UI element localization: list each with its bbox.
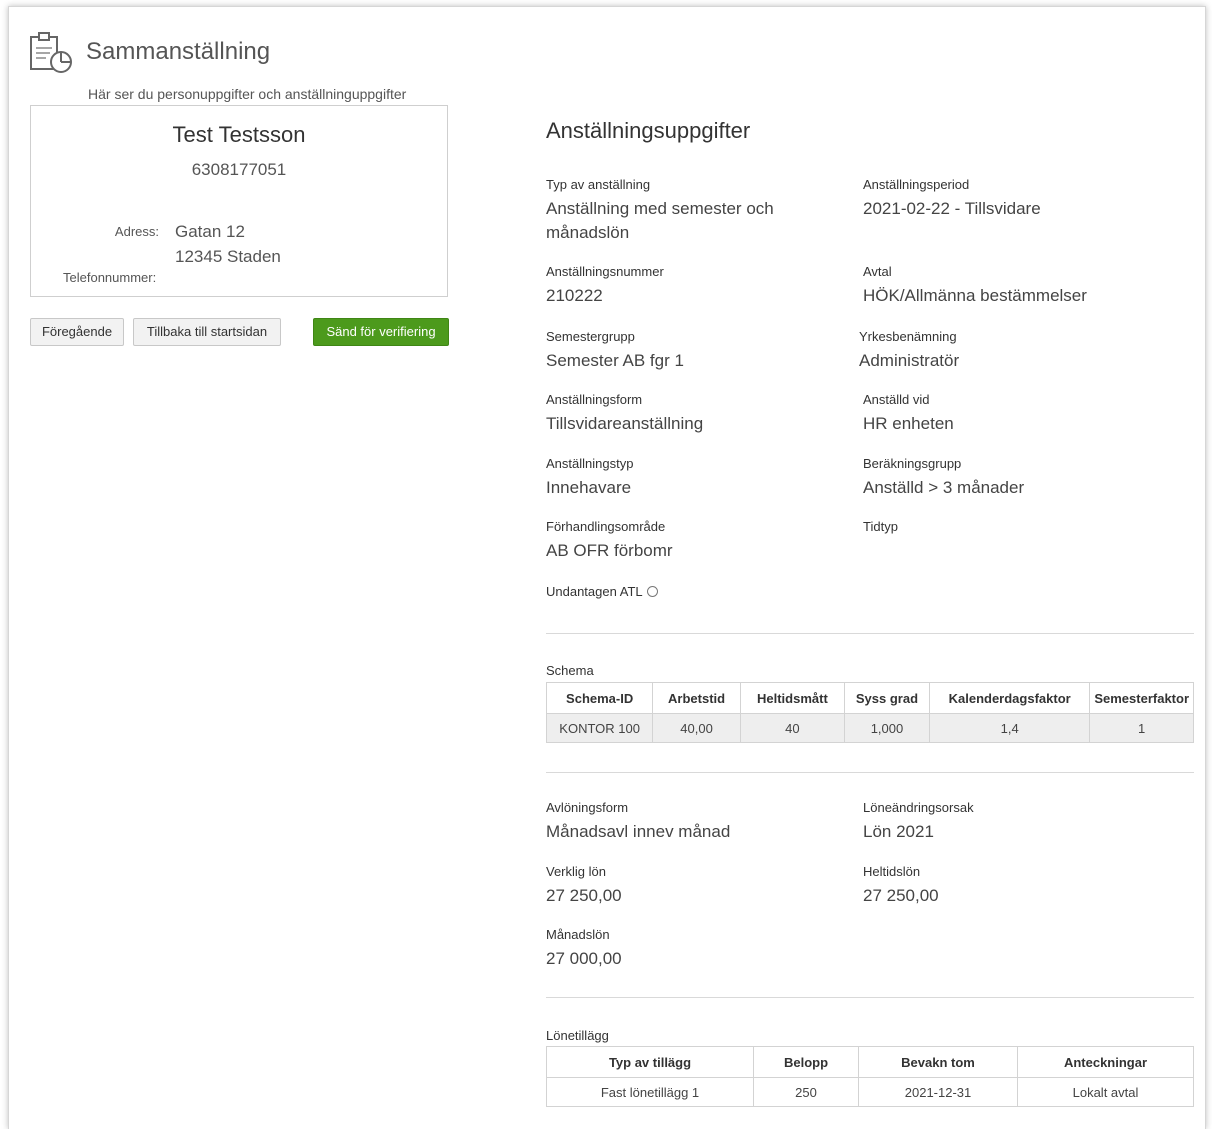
field-value: Anställning med semester och månadslön: [546, 199, 774, 242]
field-value: AB OFR förbomr: [546, 541, 673, 560]
field-value: Lön 2021: [863, 822, 934, 841]
field-yrkesbenamning: Yrkesbenämning Administratör: [859, 328, 1179, 373]
column-header: Heltidsmått: [739, 682, 845, 714]
field-anstallningsnummer: Anställningsnummer 210222: [546, 263, 826, 308]
field-label: Avlöningsform: [546, 800, 629, 815]
field-label: Anställningstyp: [546, 456, 634, 471]
field-label: Anställd vid: [863, 392, 930, 407]
field-value: 27 000,00: [546, 949, 622, 968]
person-name: Test Testsson: [172, 122, 306, 147]
field-avloningsform: Avlöningsform Månadsavl innev månad: [546, 799, 826, 844]
table-cell: Lokalt avtal: [1017, 1077, 1194, 1107]
field-label: Anställningsperiod: [863, 177, 970, 192]
page-subtitle: Här ser du personuppgifter och anställni…: [88, 86, 407, 102]
field-value: HÖK/Allmänna bestämmelser: [863, 286, 1087, 305]
field-value: Innehavare: [546, 478, 632, 497]
undantagen-atl-radio[interactable]: [646, 586, 658, 597]
person-card: Test Testsson 6308177051 Adress: Gatan 1…: [30, 105, 448, 297]
phone-label: Telefonnummer:: [63, 270, 157, 285]
table-cell: 1,000: [843, 713, 930, 743]
back-to-start-button[interactable]: Tillbaka till startsidan: [133, 318, 281, 346]
field-verklig-lon: Verklig lön 27 250,00: [546, 863, 826, 908]
field-label: Förhandlingsområde: [546, 519, 666, 534]
column-header: Arbetstid: [652, 682, 741, 714]
field-berakningsgrupp: Beräkningsgrupp Anställd > 3 månader: [863, 455, 1183, 500]
field-label: Avtal: [863, 264, 892, 279]
field-label: Beräkningsgrupp: [863, 456, 962, 471]
field-label: Heltidslön: [863, 864, 921, 879]
schema-caption: Schema: [546, 663, 594, 678]
page-title: Sammanställning: [86, 38, 271, 65]
column-header: Syss grad: [843, 682, 930, 714]
field-avtal: Avtal HÖK/Allmänna bestämmelser: [863, 263, 1183, 308]
table-cell: 1,4: [928, 713, 1091, 743]
column-header: Bevakn tom: [858, 1046, 1018, 1078]
column-header: Typ av tillägg: [546, 1046, 754, 1078]
field-anstallningstyp: Anställningstyp Innehavare: [546, 455, 826, 500]
divider: [546, 772, 1194, 773]
field-value: Tillsvidareanställning: [546, 414, 704, 433]
field-anstallningsperiod: Anställningsperiod 2021-02-22 - Tillsvid…: [863, 176, 1183, 221]
field-anstallningsform: Anställningsform Tillsvidareanställning: [546, 391, 826, 436]
field-label: Anställningsnummer: [546, 264, 664, 279]
lonetillagg-caption: Lönetillägg: [546, 1028, 609, 1043]
table-cell: 1: [1089, 713, 1194, 743]
column-header: Semesterfaktor: [1089, 682, 1194, 714]
field-value: 210222: [546, 286, 603, 305]
table-cell: 40: [739, 713, 845, 743]
field-label: Löneändringsorsak: [863, 800, 974, 815]
field-value: Semester AB fgr 1: [546, 351, 684, 370]
field-loneandringsorsak: Löneändringsorsak Lön 2021: [863, 799, 1183, 844]
personal-number: 6308177051: [191, 160, 287, 179]
column-header: Schema-ID: [545, 682, 654, 714]
undantagen-atl-label: Undantagen ATL: [546, 584, 643, 599]
column-header: Belopp: [753, 1046, 859, 1078]
field-semestergrupp: Semestergrupp Semester AB fgr 1: [546, 328, 826, 373]
address-label: Adress:: [114, 224, 159, 239]
field-tidtyp: Tidtyp: [863, 518, 1183, 539]
table-row: KONTOR 100 40,00 40 1,000 1,4 1: [545, 713, 1194, 743]
field-value: 2021-02-22 - Tillsvidare: [863, 199, 1041, 218]
field-manadslon: Månadslön 27 000,00: [546, 926, 826, 971]
undantagen-atl: Undantagen ATL: [546, 584, 658, 599]
field-label: Anställningsform: [546, 392, 643, 407]
field-forhandlingsomrade: Förhandlingsområde AB OFR förbomr: [546, 518, 826, 563]
divider: [546, 633, 1194, 634]
table-cell: 40,00: [652, 713, 741, 743]
employment-section-title: Anställningsuppgifter: [546, 118, 751, 143]
field-value: Månadsavl innev månad: [546, 822, 731, 841]
table-cell: 2021-12-31: [858, 1077, 1018, 1107]
table-cell: Fast lönetillägg 1: [546, 1077, 754, 1107]
table-cell: 250: [753, 1077, 859, 1107]
previous-button[interactable]: Föregående: [30, 318, 124, 346]
divider: [546, 997, 1194, 998]
field-value: 27 250,00: [546, 886, 622, 905]
field-label: Semestergrupp: [546, 329, 635, 344]
table-row: Fast lönetillägg 1 250 2021-12-31 Lokalt…: [546, 1077, 1194, 1107]
field-typ-av-anstallning: Typ av anställning Anställning med semes…: [546, 176, 826, 245]
field-value: HR enheten: [863, 414, 954, 433]
field-anstalld-vid: Anställd vid HR enheten: [863, 391, 1183, 436]
field-value: Anställd > 3 månader: [863, 478, 1025, 497]
clipboard-chart-icon: [30, 32, 72, 73]
column-header: Anteckningar: [1017, 1046, 1194, 1078]
field-heltidslon: Heltidslön 27 250,00: [863, 863, 1183, 908]
field-label: Yrkesbenämning: [859, 329, 957, 344]
table-cell: KONTOR 100: [545, 713, 654, 743]
field-value: Administratör: [859, 351, 960, 370]
field-label: Verklig lön: [546, 864, 606, 879]
lonetillagg-table: Typ av tillägg Belopp Bevakn tom Anteckn…: [546, 1046, 1194, 1107]
field-label: Månadslön: [546, 927, 610, 942]
field-label: Tidtyp: [863, 519, 898, 534]
table-header-row: Typ av tillägg Belopp Bevakn tom Anteckn…: [546, 1046, 1194, 1078]
field-value: 27 250,00: [863, 886, 939, 905]
address-line-2: 12345 Staden: [175, 247, 281, 266]
field-label: Typ av anställning: [546, 177, 651, 192]
send-for-verification-button[interactable]: Sänd för verifiering: [313, 318, 449, 346]
table-header-row: Schema-ID Arbetstid Heltidsmått Syss gra…: [545, 682, 1194, 714]
schema-table: Schema-ID Arbetstid Heltidsmått Syss gra…: [545, 682, 1194, 743]
address-line-1: Gatan 12: [175, 222, 245, 241]
column-header: Kalenderdagsfaktor: [928, 682, 1091, 714]
